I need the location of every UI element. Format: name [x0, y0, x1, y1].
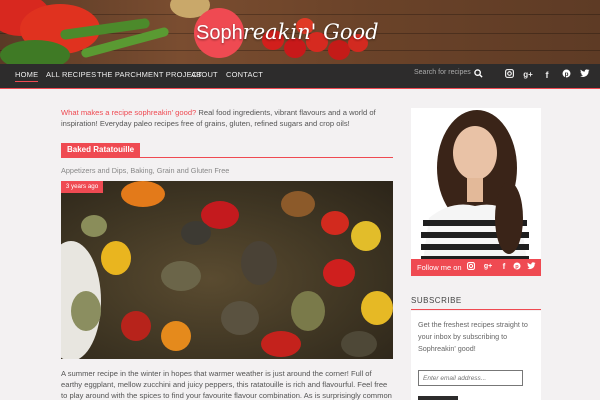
subscribe-rule — [411, 309, 541, 310]
nav-item-about[interactable]: ABOUT — [191, 70, 218, 79]
vegetable-piece — [351, 221, 381, 251]
twitter-icon[interactable] — [526, 262, 536, 272]
vegetable-piece — [321, 211, 349, 235]
logo-accent-text: Soph — [196, 22, 243, 44]
post-title-rule — [61, 157, 393, 158]
vegetable-piece — [291, 291, 325, 331]
twitter-icon[interactable] — [579, 69, 591, 81]
post-date-badge: 3 years ago — [61, 181, 103, 193]
google-plus-icon[interactable]: g+ — [522, 69, 534, 81]
vegetable-piece — [181, 221, 211, 245]
nav-item-all-recipes[interactable]: ALL RECIPES — [46, 70, 96, 79]
nav-divider — [0, 88, 600, 89]
instagram-icon[interactable] — [503, 69, 515, 81]
author-photo[interactable] — [411, 108, 541, 276]
facebook-icon[interactable]: f — [541, 69, 553, 81]
vegetable-piece — [361, 291, 393, 325]
site-logo[interactable]: Sophreakin' Good — [196, 20, 379, 46]
post-excerpt: A summer recipe in the winter in hopes t… — [61, 369, 392, 400]
intro-text: What makes a recipe sophreakin' good? Re… — [61, 107, 393, 129]
google-plus-icon[interactable]: g+ — [483, 262, 493, 272]
vegetable-decoration — [0, 40, 70, 64]
vegetable-piece — [101, 241, 131, 275]
nav-item-parchment-project[interactable]: THE PARCHMENT PROJECT — [97, 70, 202, 79]
vegetable-piece — [221, 301, 259, 335]
logo-rest-text: reakin' Good — [242, 20, 379, 44]
subscribe-button[interactable] — [418, 396, 458, 400]
nav-item-contact[interactable]: CONTACT — [226, 70, 263, 79]
post-categories[interactable]: Appetizers and Dips, Baking, Grain and G… — [61, 166, 229, 175]
nav-item-home[interactable]: HOME — [15, 70, 39, 82]
subscribe-text: Get the freshest recipes straight to you… — [418, 320, 528, 353]
svg-text:p: p — [515, 264, 519, 270]
vegetable-piece — [121, 311, 151, 341]
post-featured-image[interactable] — [61, 181, 393, 359]
post-title[interactable]: Baked Ratatouille — [61, 143, 141, 157]
pinterest-icon[interactable]: p — [512, 262, 522, 272]
svg-text:p: p — [564, 71, 568, 78]
pinterest-icon[interactable]: p — [560, 69, 572, 81]
vegetable-piece — [161, 321, 191, 351]
vegetable-piece — [71, 291, 101, 331]
vegetable-piece — [323, 259, 355, 287]
header-banner: Sophreakin' Good — [0, 0, 600, 64]
email-field[interactable] — [418, 370, 523, 386]
facebook-icon[interactable]: f — [499, 262, 509, 272]
vegetable-piece — [241, 241, 277, 285]
vegetable-piece — [261, 331, 301, 357]
author-photo-illustration — [411, 108, 541, 276]
search-icon[interactable] — [472, 69, 484, 81]
intro-question-link[interactable]: What makes a recipe sophreakin' good? — [61, 108, 196, 117]
instagram-icon[interactable] — [466, 262, 476, 272]
vegetable-piece — [341, 331, 377, 357]
follow-bar: Follow me on g+ f p — [411, 259, 541, 276]
vegetable-piece — [281, 191, 315, 217]
vegetable-piece — [121, 181, 165, 207]
subscribe-heading: SUBSCRIBE — [411, 296, 462, 305]
follow-label: Follow me on — [417, 263, 462, 272]
vegetable-piece — [81, 215, 107, 237]
main-nav: HOME ALL RECIPES THE PARCHMENT PROJECT A… — [0, 64, 600, 88]
vegetable-piece — [161, 261, 201, 291]
